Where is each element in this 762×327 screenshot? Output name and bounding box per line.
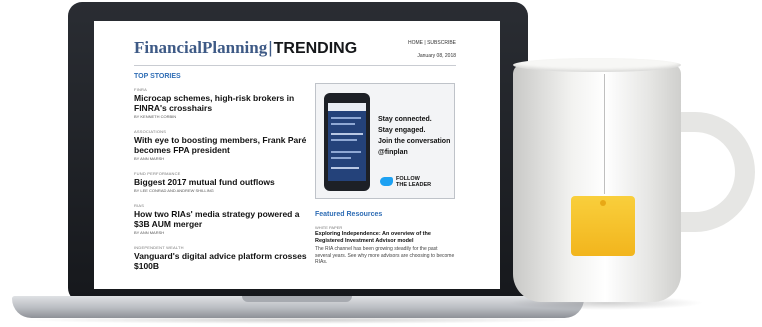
header-divider <box>134 65 456 66</box>
story-title-link[interactable]: How two RIAs' media strategy powered a $… <box>134 209 314 229</box>
story-category: FINRA <box>134 87 147 92</box>
story-category: ASSOCIATIONS <box>134 129 167 134</box>
story-byline: by ANN MARSH <box>134 230 165 235</box>
laptop-notch <box>242 296 352 302</box>
resource-title-link[interactable]: Exploring Independence: An overview of t… <box>315 231 455 245</box>
featured-resources-heading: Featured Resources <box>315 211 383 218</box>
story-byline: by KENNETH CORBIN <box>134 114 177 119</box>
mug-body <box>513 64 681 302</box>
story-title-link[interactable]: Microcap schemes, high-risk brokers in F… <box>134 93 314 113</box>
promo-handle-link[interactable]: @finplan <box>378 147 450 158</box>
promo-text: Stay connected. Stay engaged. Join the c… <box>378 114 450 158</box>
top-links[interactable]: HOME | SUBSCRIBE <box>408 40 456 46</box>
story-title-link[interactable]: With eye to boosting members, Frank Paré… <box>134 135 314 155</box>
story-category: INDEPENDENT WEALTH <box>134 245 184 250</box>
phone-text-line <box>331 117 361 119</box>
twitter-bird-icon <box>380 177 393 186</box>
story-item[interactable]: ASSOCIATIONS With eye to boosting member… <box>134 129 314 161</box>
follow-label-line: THE LEADER <box>396 182 432 188</box>
mug-rim <box>513 58 681 72</box>
story-byline: by LEE CONRAD AND ANDREW SHILLING <box>134 188 214 193</box>
story-item[interactable]: RIAs How two RIAs' media strategy powere… <box>134 203 314 235</box>
story-title-link[interactable]: Biggest 2017 mutual fund outflows <box>134 177 314 187</box>
brand-subtitle: TRENDING <box>273 40 358 57</box>
resource-category: WHITE PAPER <box>315 225 343 230</box>
masthead: FinancialPlanning|TRENDING <box>134 38 357 58</box>
promo-line: Stay engaged. <box>378 127 426 134</box>
story-item[interactable]: FINRA Microcap schemes, high-risk broker… <box>134 87 314 119</box>
story-byline: by ANN MARSH <box>134 156 165 161</box>
brand-logo[interactable]: FinancialPlanning <box>134 38 267 57</box>
phone-text-line <box>331 133 363 135</box>
phone-app-bar <box>328 103 366 111</box>
resource-description: The RIA channel has been growing steadil… <box>315 246 455 265</box>
featured-resource[interactable]: WHITE PAPER Exploring Independence: An o… <box>315 225 455 266</box>
story-category: RIAs <box>134 203 145 208</box>
phone-text-line <box>331 167 359 169</box>
laptop-screen: FinancialPlanning|TRENDING HOME | SUBSCR… <box>94 21 500 289</box>
phone-text-line <box>331 157 351 159</box>
top-stories-heading: TOP STORIES <box>134 73 181 80</box>
social-promo-box[interactable]: Stay connected. Stay engaged. Join the c… <box>315 83 455 199</box>
phone-screen <box>328 103 366 181</box>
story-title-link[interactable]: Vanguard's digital advice platform cross… <box>134 251 314 271</box>
phone-text-line <box>331 123 355 125</box>
brand-separator: | <box>268 38 273 57</box>
issue-date: January 08, 2018 <box>417 53 456 59</box>
phone-text-line <box>331 139 357 141</box>
follow-label: FOLLOW THE LEADER <box>396 176 431 188</box>
story-item[interactable]: INDEPENDENT WEALTH Vanguard's digital ad… <box>134 245 314 271</box>
promo-line: Stay connected. <box>378 116 432 123</box>
story-category: FUND PERFORMANCE <box>134 171 181 176</box>
tea-tag-hole <box>600 200 606 206</box>
phone-graphic <box>324 93 370 191</box>
tea-bag-string <box>604 74 605 194</box>
story-item[interactable]: FUND PERFORMANCE Biggest 2017 mutual fun… <box>134 171 314 193</box>
story-list: FINRA Microcap schemes, high-risk broker… <box>134 87 314 281</box>
phone-text-line <box>331 151 361 153</box>
promo-line: Join the conversation <box>378 138 451 145</box>
